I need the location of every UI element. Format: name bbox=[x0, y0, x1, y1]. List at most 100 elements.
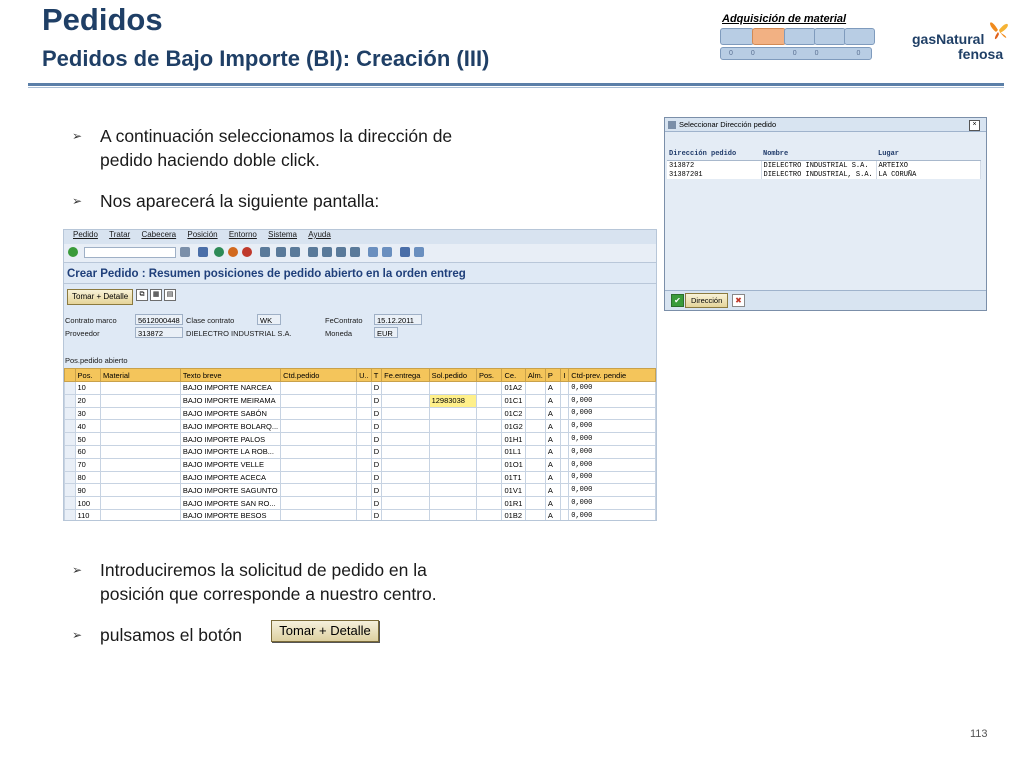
cell-ctd-pedido[interactable] bbox=[280, 470, 358, 485]
menu-cabecera[interactable]: Cabecera bbox=[141, 230, 176, 239]
cell-sol-pedido[interactable] bbox=[428, 444, 477, 459]
table-row[interactable]: 70 BAJO IMPORTE VELLE D 01O1 A 0,000 bbox=[64, 457, 656, 472]
col-pos-sol[interactable]: Pos. bbox=[475, 368, 503, 382]
table-row[interactable]: 110 BAJO IMPORTE BESOS D 01B2 A 0,000 bbox=[64, 508, 656, 520]
cell-ctd-pedido[interactable] bbox=[280, 508, 358, 520]
col-pos[interactable]: Pos. bbox=[74, 368, 102, 382]
cell-sol-pedido[interactable] bbox=[428, 381, 477, 395]
col-lugar[interactable]: Lugar bbox=[876, 148, 980, 161]
enter-icon[interactable] bbox=[68, 247, 78, 257]
next-page-icon[interactable] bbox=[336, 247, 346, 257]
table-row[interactable]: 10 BAJO IMPORTE NARCEA D 01A2 A 0,000 bbox=[64, 381, 656, 395]
cell-ctd-pedido[interactable] bbox=[280, 444, 358, 459]
moneda-field[interactable]: EUR bbox=[374, 327, 398, 338]
col-ctd-prev-pendiente[interactable]: Ctd-prev. pendie bbox=[568, 368, 656, 382]
cell-ctd-pedido[interactable] bbox=[280, 457, 358, 472]
cell-select[interactable] bbox=[64, 419, 76, 434]
cell-select[interactable] bbox=[64, 508, 76, 520]
col-direccion-pedido[interactable]: Dirección pedido bbox=[667, 148, 761, 161]
cell-select[interactable] bbox=[64, 406, 76, 421]
find-next-icon[interactable] bbox=[290, 247, 300, 257]
cell-sol-pedido[interactable] bbox=[428, 457, 477, 472]
popup-cell-nombre[interactable]: DIELECTRO INDUSTRIAL S.A. bbox=[761, 160, 877, 170]
cell-sol-pedido[interactable] bbox=[428, 432, 477, 446]
direccion-button[interactable]: Dirección bbox=[685, 293, 729, 308]
last-page-icon[interactable] bbox=[350, 247, 360, 257]
cell-select[interactable] bbox=[64, 483, 76, 498]
tomar-detalle-button-illustration[interactable]: Tomar + Detalle bbox=[271, 620, 379, 642]
menu-tratar[interactable]: Tratar bbox=[109, 230, 130, 239]
cancel-icon[interactable]: ✖ bbox=[732, 294, 745, 307]
popup-row[interactable]: 313872 DIELECTRO INDUSTRIAL S.A. ARTEIXO bbox=[667, 160, 981, 170]
cell-sol-pedido[interactable] bbox=[428, 419, 477, 434]
menu-ayuda[interactable]: Ayuda bbox=[308, 230, 331, 239]
cell-select[interactable] bbox=[64, 457, 76, 472]
table-row[interactable]: 20 BAJO IMPORTE MEIRAMA D 12983038 01C1 A 0,00… bbox=[64, 393, 656, 408]
tomar-detalle-button[interactable]: Tomar + Detalle bbox=[67, 289, 134, 305]
table-row[interactable]: 80 BAJO IMPORTE ACECA D 01T1 A 0,000 bbox=[64, 470, 656, 485]
overview-icon[interactable]: ▦ bbox=[150, 289, 162, 301]
table-row[interactable]: 100 BAJO IMPORTE SAN RO... D 01R1 A 0,000 bbox=[64, 496, 656, 510]
shortcut-icon[interactable] bbox=[382, 247, 392, 257]
table-row[interactable]: 50 BAJO IMPORTE PALOS D 01H1 A 0,000 bbox=[64, 432, 656, 446]
popup-cell-lugar[interactable]: LA CORUÑA bbox=[876, 170, 981, 179]
command-field[interactable] bbox=[84, 247, 176, 258]
col-t[interactable]: T bbox=[370, 368, 383, 382]
col-select[interactable] bbox=[64, 368, 76, 382]
cell-sol-pedido[interactable] bbox=[428, 406, 477, 421]
table-row[interactable]: 30 BAJO IMPORTE SABÓN D 01C2 A 0,000 bbox=[64, 406, 656, 421]
col-fe-entrega[interactable]: Fe.entrega bbox=[381, 368, 430, 382]
popup-cell-dir[interactable]: 313872 bbox=[667, 160, 762, 170]
cell-sol-pedido[interactable] bbox=[428, 470, 477, 485]
col-sol-pedido[interactable]: Sol.pedido bbox=[428, 368, 477, 382]
menu-pedido[interactable]: Pedido bbox=[73, 230, 98, 239]
cell-ctd-pedido[interactable] bbox=[280, 381, 358, 395]
col-nombre[interactable]: Nombre bbox=[761, 148, 876, 161]
clase-contrato-field[interactable]: WK bbox=[257, 314, 281, 325]
cell-select[interactable] bbox=[64, 393, 76, 408]
table-row[interactable]: 40 BAJO IMPORTE BOLARQ... D 01G2 A 0,000 bbox=[64, 419, 656, 434]
prev-page-icon[interactable] bbox=[322, 247, 332, 257]
cell-sol-pedido[interactable] bbox=[428, 496, 477, 510]
find-icon[interactable] bbox=[276, 247, 286, 257]
first-page-icon[interactable] bbox=[308, 247, 318, 257]
menu-posicion[interactable]: Posición bbox=[187, 230, 217, 239]
cell-sol-pedido[interactable] bbox=[428, 483, 477, 498]
fe-contrato-field[interactable]: 15.12.2011 bbox=[374, 314, 422, 325]
proveedor-field[interactable]: 313872 bbox=[135, 327, 183, 338]
close-icon[interactable]: × bbox=[969, 120, 980, 131]
table-row[interactable]: 90 BAJO IMPORTE SAGUNTO D 01V1 A 0,000 bbox=[64, 483, 656, 498]
col-texto-breve[interactable]: Texto breve bbox=[179, 368, 282, 382]
new-session-icon[interactable] bbox=[368, 247, 378, 257]
cell-sol-pedido[interactable]: 12983038 bbox=[428, 393, 477, 408]
cell-ctd-pedido[interactable] bbox=[280, 432, 358, 446]
popup-cell-nombre[interactable]: DIELECTRO INDUSTRIAL, S.A. bbox=[761, 170, 877, 179]
copy-icon[interactable]: ⧉ bbox=[136, 289, 148, 301]
cell-select[interactable] bbox=[64, 444, 76, 459]
save-icon[interactable] bbox=[198, 247, 208, 257]
layout-icon[interactable] bbox=[414, 247, 424, 257]
popup-cell-dir[interactable]: 31387201 bbox=[667, 170, 762, 179]
dropdown-icon[interactable] bbox=[180, 247, 190, 257]
cell-select[interactable] bbox=[64, 470, 76, 485]
col-i[interactable]: I bbox=[560, 368, 570, 382]
col-p[interactable]: P bbox=[544, 368, 562, 382]
cell-select[interactable] bbox=[64, 381, 76, 395]
cell-ctd-pedido[interactable] bbox=[280, 393, 358, 408]
check-icon[interactable]: ✔ bbox=[671, 294, 684, 307]
cell-ctd-pedido[interactable] bbox=[280, 483, 358, 498]
exit-icon[interactable] bbox=[228, 247, 238, 257]
cell-ctd-pedido[interactable] bbox=[280, 496, 358, 510]
col-unidad[interactable]: U.. bbox=[356, 368, 372, 382]
col-centro[interactable]: Ce. bbox=[501, 368, 526, 382]
table-row[interactable]: 60 BAJO IMPORTE LA ROB... D 01L1 A 0,000 bbox=[64, 444, 656, 459]
cancel-icon[interactable] bbox=[242, 247, 252, 257]
cell-select[interactable] bbox=[64, 496, 76, 510]
cell-ctd-pedido[interactable] bbox=[280, 419, 358, 434]
cell-ctd-pedido[interactable] bbox=[280, 406, 358, 421]
settings-icon[interactable]: ▤ bbox=[164, 289, 176, 301]
print-icon[interactable] bbox=[260, 247, 270, 257]
menu-entorno[interactable]: Entorno bbox=[229, 230, 257, 239]
popup-row[interactable]: 31387201 DIELECTRO INDUSTRIAL, S.A. LA COR… bbox=[667, 170, 981, 179]
cell-select[interactable] bbox=[64, 432, 76, 446]
